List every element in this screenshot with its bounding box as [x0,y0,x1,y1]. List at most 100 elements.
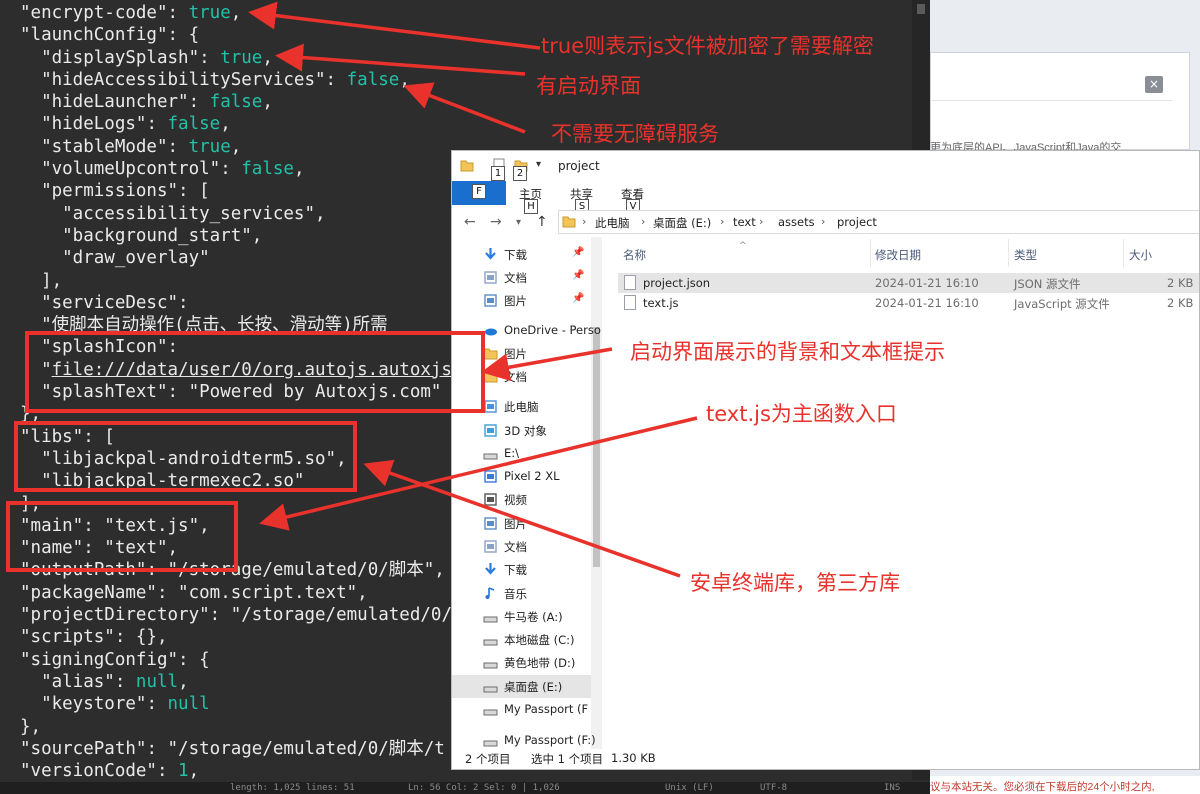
drive-icon [483,446,498,461]
up-arrow-icon[interactable]: ↑ [536,214,548,230]
status-position: Ln: 56 Col: 2 Sel: 0 | 1,026 [408,783,560,793]
breadcrumb-project[interactable]: project [837,215,877,229]
code-token: : [167,382,189,403]
nav-item[interactable]: 音乐 [452,582,591,605]
nav-item[interactable]: OneDrive - Perso [452,319,601,342]
code-token: "background_start", [20,225,263,246]
code-token: : { [178,649,210,670]
code-line[interactable]: "encrypt-code": true, [0,2,930,24]
background-dialog [930,52,1190,150]
ribbon-tabs [452,181,1199,205]
code-token: "versionCode" [20,761,157,782]
nav-item[interactable]: 3D 对象 [452,419,591,442]
breadcrumb-text[interactable]: text [733,215,756,229]
breadcrumb-assets[interactable]: assets [778,215,815,229]
file-row[interactable]: text.js 2024-01-21 16:10 JavaScript 源文件 2 K… [618,293,1199,313]
file-icon [624,295,636,310]
nav-item[interactable]: E:\ [452,442,591,465]
nav-item-label: Pixel 2 XL [504,469,560,483]
nav-item-label: 本地磁盘 (C:) [504,633,575,647]
footer-disclaimer: 议与本站无关。您必须在下载后的24个小时之内, [930,781,1155,793]
download-icon [483,247,498,262]
code-token: "Powered by Autoxjs.com" [188,382,442,403]
nav-item[interactable]: 文档 [452,535,591,558]
code-token: , [399,69,410,90]
column-date[interactable]: 修改日期 [875,247,921,263]
nav-item[interactable]: 下载 📌 [452,243,591,266]
code-token: false [209,92,263,113]
dialog-close-button[interactable]: × [1145,76,1163,93]
code-token: "packageName" [20,582,157,603]
keytip-1: 1 [491,166,505,181]
nav-item[interactable]: 文档 [452,365,591,388]
pin-icon[interactable]: 📌 [572,270,584,281]
code-token: false [241,159,294,180]
nav-item-label: 图片 [504,517,527,531]
code-token: null [135,671,179,692]
code-line[interactable]: "hideLauncher": false, [0,91,930,113]
pin-icon[interactable]: 📌 [572,293,584,304]
code-token: : [199,47,221,68]
code-token: "hideAccessibilityServices" [20,69,326,90]
nav-item-label: 下载 [504,248,527,262]
customize-toolbar-icon[interactable]: ▾ [536,159,550,173]
folder-icon [460,160,474,172]
recent-dropdown-icon[interactable]: ▾ [516,217,521,228]
music-icon [483,586,498,601]
code-token: : [167,136,189,157]
status-size: 1.30 KB [611,751,656,765]
nav-item[interactable]: My Passport (F:) [452,729,596,752]
code-token: "text.js" [104,515,200,536]
nav-item[interactable]: 图片 [452,512,591,535]
nav-item-label: 音乐 [504,587,527,601]
code-token: true [188,3,231,23]
file-row[interactable]: project.json 2024-01-21 16:10 JSON 源文件 2 KB [618,273,1199,293]
code-token: : [146,738,168,759]
nav-item-label: 桌面盘 (E:) [504,680,563,694]
code-token: "serviceDesc" [20,292,179,313]
cube-icon [483,423,498,438]
code-line[interactable]: "hideLogs": false, [0,113,930,135]
code-token: "sourcePath" [20,738,147,759]
code-line[interactable]: "hideAccessibilityServices": false, [0,69,930,91]
nav-item[interactable]: 此电脑 [452,395,591,418]
folder-icon [562,216,576,228]
scroll-thumb[interactable] [917,4,925,14]
pin-icon[interactable]: 📌 [572,247,584,258]
code-token: : [146,114,168,135]
nav-item[interactable]: 本地磁盘 (C:) [452,628,591,651]
code-token: , [262,47,273,68]
forward-arrow-icon[interactable]: → [490,214,502,230]
status-eol: Unix (LF) [665,783,714,793]
breadcrumb-drive-e[interactable]: 桌面盘 (E:) [653,215,711,231]
back-arrow-icon[interactable]: ← [464,214,476,230]
code-token: "stableMode" [20,136,168,157]
nav-item[interactable]: Pixel 2 XL [452,465,591,488]
nav-item[interactable]: 牛马卷 (A:) [452,605,591,628]
nav-item[interactable]: My Passport (F [452,698,591,721]
column-type[interactable]: 类型 [1014,247,1037,263]
nav-item[interactable]: 桌面盘 (E:) [452,675,591,698]
drive-icon [483,632,498,647]
code-token: "draw_overlay" [20,248,210,269]
code-token: "signingConfig" [20,649,179,670]
dialog-divider [932,100,1172,101]
file-explorer-window[interactable]: ▾ 1 2 project F 主页 共享 查看 H S V ← → ▾ ↑ ›… [451,150,1200,770]
annotation-libs: 安卓终端库，第三方库 [690,571,900,595]
nav-item-label: 文档 [504,370,527,384]
nav-item[interactable]: 图片 [452,342,591,365]
code-token: "splashIcon" [20,337,168,358]
nav-item[interactable]: 图片 📌 [452,289,591,312]
column-size[interactable]: 大小 [1129,247,1152,263]
column-name[interactable]: 名称 [623,247,646,263]
nav-item[interactable]: 黄色地带 (D:) [452,651,591,674]
nav-scrollbar[interactable] [591,237,602,749]
code-token: true [188,136,231,157]
nav-item[interactable]: 视频 [452,488,591,511]
file-list[interactable] [604,237,1199,749]
breadcrumb-this-pc[interactable]: 此电脑 [595,215,630,231]
scroll-thumb[interactable] [593,327,600,567]
video-icon [483,492,498,507]
nav-item[interactable]: 下载 [452,558,591,581]
nav-item[interactable]: 文档 📌 [452,266,591,289]
